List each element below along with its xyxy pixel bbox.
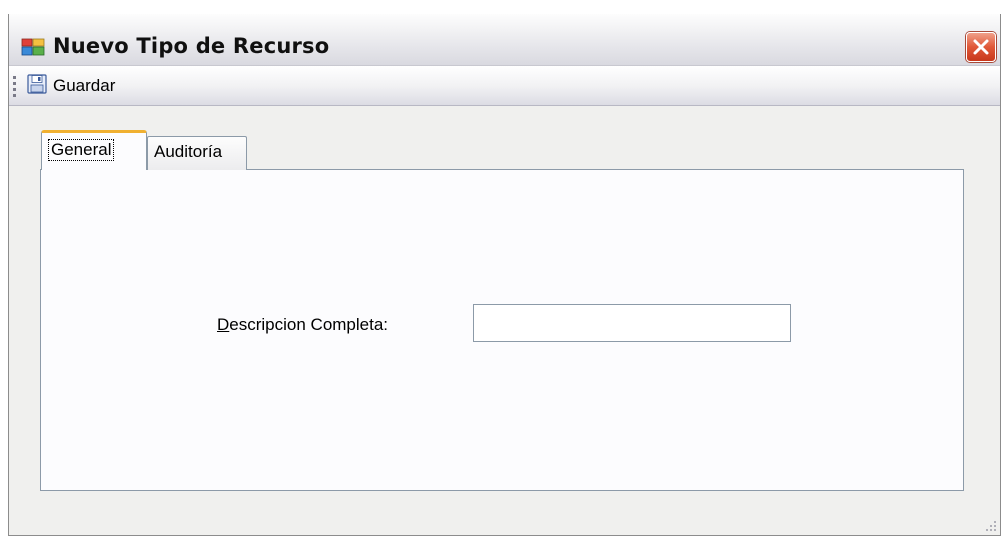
floppy-disk-icon xyxy=(27,73,47,99)
window-app-icon xyxy=(21,38,45,56)
tab-auditoria[interactable]: Auditoría xyxy=(147,136,247,170)
tab-control: General Auditoría Descripcion Completa: xyxy=(9,106,1000,536)
close-icon xyxy=(973,39,989,55)
tab-auditoria-label: Auditoría xyxy=(154,142,223,161)
save-button-label: Guardar xyxy=(53,76,116,95)
description-input[interactable] xyxy=(473,304,791,342)
resize-grip-icon[interactable] xyxy=(984,519,998,533)
dialog-window: Nuevo Tipo de Recurso Guardar General Au… xyxy=(8,14,1001,536)
tab-general[interactable]: General xyxy=(41,130,147,170)
window-title: Nuevo Tipo de Recurso xyxy=(53,34,330,58)
save-button[interactable]: Guardar xyxy=(27,72,115,100)
close-button[interactable] xyxy=(966,32,996,62)
toolbar: Guardar xyxy=(9,66,1000,106)
title-bar[interactable]: Nuevo Tipo de Recurso xyxy=(9,14,1000,66)
tab-panel-general: Descripcion Completa: xyxy=(40,169,964,491)
tab-general-label: General xyxy=(48,139,115,161)
description-label: Descripcion Completa: xyxy=(217,315,388,335)
toolbar-grip-icon[interactable] xyxy=(13,76,17,98)
description-label-text: escripcion Completa: xyxy=(229,315,389,334)
description-label-mnemonic: D xyxy=(217,315,230,334)
